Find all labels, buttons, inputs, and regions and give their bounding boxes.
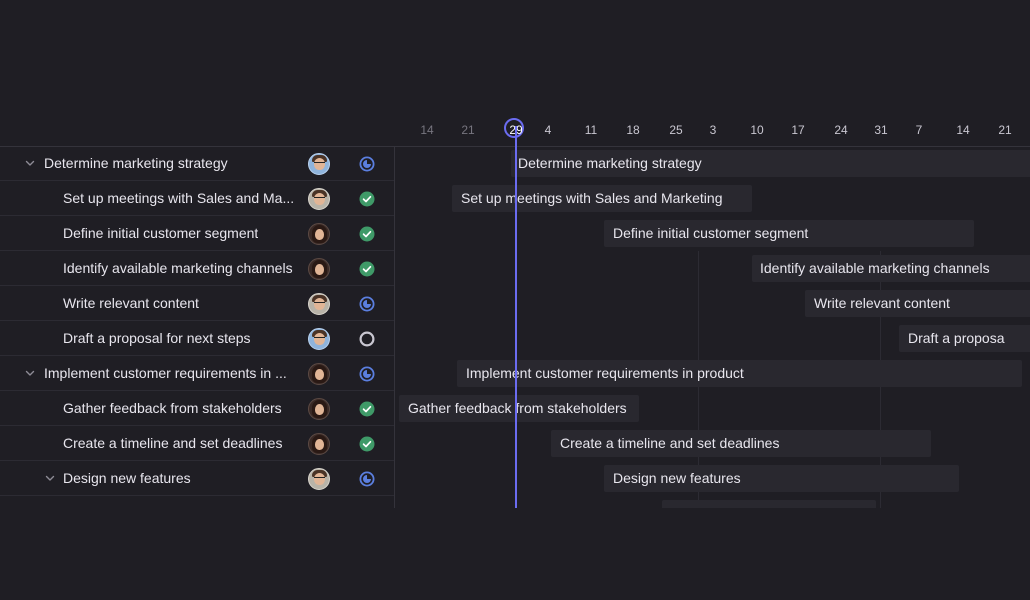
avatar[interactable] <box>308 363 330 385</box>
check-circle-icon[interactable] <box>359 436 375 452</box>
timeline-tick: 4 <box>544 123 552 137</box>
check-circle-icon[interactable] <box>359 401 375 417</box>
timeline-tick: 25 <box>669 123 683 137</box>
task-name: Implement customer requirements in ... <box>44 365 287 381</box>
gantt-bar-label: Define initial customer segment <box>613 225 809 241</box>
task-row[interactable]: Determine marketing strategy <box>0 146 394 181</box>
task-name: Determine marketing strategy <box>44 155 228 171</box>
task-name: Design new features <box>63 470 191 486</box>
avatar[interactable] <box>308 223 330 245</box>
clock-circle-icon[interactable] <box>359 156 375 172</box>
check-circle-icon[interactable] <box>359 226 375 242</box>
gantt-bar-label: Set up meetings with Sales and Marketing <box>461 190 723 206</box>
gantt-bar-label: Write relevant content <box>814 295 950 311</box>
timeline-tick: 21 <box>998 123 1012 137</box>
gantt-chart-area: Determine marketing strategy Set up meeti… <box>395 146 1030 508</box>
clock-circle-icon[interactable] <box>359 366 375 382</box>
avatar[interactable] <box>308 258 330 280</box>
task-name: Gather feedback from stakeholders <box>63 400 282 416</box>
task-row[interactable]: Design new features <box>0 461 394 496</box>
task-list: Determine marketing strategy Set up meeti… <box>0 146 395 508</box>
timeline-tick: 14 <box>956 123 970 137</box>
task-name: Identify available marketing channels <box>63 260 293 276</box>
task-name: Draft a proposal for next steps <box>63 330 251 346</box>
empty-circle-icon[interactable] <box>359 331 375 347</box>
check-circle-icon[interactable] <box>359 191 375 207</box>
avatar[interactable] <box>308 328 330 350</box>
timeline-tick: 3 <box>709 123 717 137</box>
task-row[interactable]: Write relevant content <box>0 286 394 321</box>
gantt-bar-label: Gather feedback from stakeholders <box>408 400 627 416</box>
task-name: Define initial customer segment <box>63 225 259 241</box>
avatar[interactable] <box>308 293 330 315</box>
avatar[interactable] <box>308 188 330 210</box>
task-row[interactable]: Implement customer requirements in ... <box>0 356 394 391</box>
task-row[interactable]: Create a timeline and set deadlines <box>0 426 394 461</box>
avatar[interactable] <box>308 468 330 490</box>
timeline-tick: 7 <box>915 123 923 137</box>
chevron-down-icon[interactable] <box>44 471 56 483</box>
clock-circle-icon[interactable] <box>359 471 375 487</box>
today-line <box>515 126 517 508</box>
task-row[interactable]: Draft a proposal for next steps <box>0 321 394 356</box>
gantt-bar[interactable] <box>662 500 876 508</box>
timeline-tick: 31 <box>874 123 888 137</box>
avatar[interactable] <box>308 433 330 455</box>
timeline-tick: 14 <box>420 123 434 137</box>
task-row[interactable]: Set up meetings with Sales and Ma... <box>0 181 394 216</box>
gantt-bar-label: Create a timeline and set deadlines <box>560 435 780 451</box>
gantt-bar-label: Implement customer requirements in produ… <box>466 365 744 381</box>
avatar[interactable] <box>308 153 330 175</box>
timeline-tick: 17 <box>791 123 805 137</box>
gantt-bar-label: Design new features <box>613 470 741 486</box>
gantt-view: 142129411182531017243171421 Determine ma… <box>0 0 1030 600</box>
avatar[interactable] <box>308 398 330 420</box>
chevron-down-icon[interactable] <box>24 156 36 168</box>
task-name: Create a timeline and set deadlines <box>63 435 283 451</box>
chevron-down-icon[interactable] <box>24 366 36 378</box>
timeline-tick: 21 <box>461 123 475 137</box>
gantt-bar-label: Draft a proposa <box>908 330 1005 346</box>
clock-circle-icon[interactable] <box>359 296 375 312</box>
task-name: Set up meetings with Sales and Ma... <box>63 190 295 206</box>
timeline-tick: 11 <box>584 123 598 137</box>
task-row[interactable]: Gather feedback from stakeholders <box>0 391 394 426</box>
timeline-tick: 18 <box>626 123 640 137</box>
gantt-bar-label: Identify available marketing channels <box>760 260 990 276</box>
check-circle-icon[interactable] <box>359 261 375 277</box>
timeline-tick: 24 <box>834 123 848 137</box>
timeline-tick: 10 <box>750 123 764 137</box>
gantt-bar-label: Determine marketing strategy <box>518 155 702 171</box>
task-row[interactable]: Identify available marketing channels <box>0 251 394 286</box>
task-row[interactable]: Define initial customer segment <box>0 216 394 251</box>
task-name: Write relevant content <box>63 295 199 311</box>
